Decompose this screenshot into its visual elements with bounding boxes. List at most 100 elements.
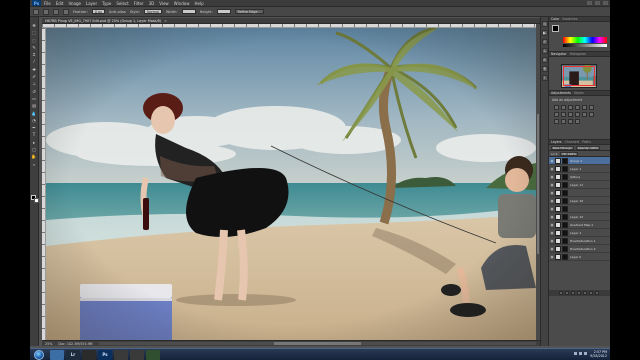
tab-navigator[interactable]: Navigator bbox=[551, 52, 567, 56]
photo-filter-icon[interactable] bbox=[568, 112, 573, 117]
subtract-selection-icon[interactable] bbox=[63, 8, 69, 15]
layer-row[interactable]: ◉ lettuce bbox=[549, 173, 610, 181]
layer-mask-thumbnail[interactable] bbox=[562, 253, 568, 260]
zoom-level[interactable]: 25% bbox=[45, 342, 52, 346]
visibility-eye-icon[interactable]: ◉ bbox=[550, 223, 554, 227]
maximize-button[interactable] bbox=[595, 1, 600, 5]
layer-mask-thumbnail[interactable] bbox=[562, 197, 568, 204]
volume-icon[interactable] bbox=[579, 352, 582, 355]
layer-mask-thumbnail[interactable] bbox=[562, 245, 568, 252]
visibility-eye-icon[interactable]: ◉ bbox=[550, 159, 554, 163]
tab-paths[interactable]: Paths bbox=[582, 140, 591, 144]
layer-row[interactable]: ◉ bbox=[549, 189, 610, 197]
layer-row[interactable]: ◉ Gradient Map 1 bbox=[549, 221, 610, 229]
clone-stamp-tool-icon[interactable]: ⊥ bbox=[31, 81, 38, 87]
app-task-button[interactable] bbox=[82, 349, 96, 360]
refine-edge-button[interactable]: Refine Edge... bbox=[234, 9, 264, 14]
zoom-tool-icon[interactable]: ⌕ bbox=[31, 162, 38, 168]
lasso-tool-icon[interactable]: ◌ bbox=[31, 38, 38, 44]
visibility-eye-icon[interactable]: ◉ bbox=[550, 215, 554, 219]
brush-tool-icon[interactable]: ✐ bbox=[31, 74, 38, 80]
link-layers-icon[interactable] bbox=[559, 291, 563, 295]
marquee-tool-preset-icon[interactable] bbox=[33, 8, 39, 15]
grayscale-ramp[interactable] bbox=[563, 44, 607, 47]
menu-help[interactable]: Help bbox=[194, 1, 203, 6]
visibility-eye-icon[interactable]: ◉ bbox=[550, 231, 554, 235]
tab-histogram[interactable]: Histogram bbox=[570, 52, 587, 56]
layer-row[interactable]: ◉ Hue/Saturation 2 bbox=[549, 245, 610, 253]
blend-mode-select[interactable]: Pass Through bbox=[551, 145, 574, 150]
width-input[interactable] bbox=[181, 9, 196, 14]
photoshop-task-button[interactable]: Ps bbox=[98, 349, 112, 360]
actions-panel-icon[interactable]: ▶ bbox=[541, 30, 548, 36]
tab-layers[interactable]: Layers bbox=[551, 140, 562, 144]
color-lookup-icon[interactable] bbox=[582, 112, 587, 117]
brightness-contrast-icon[interactable] bbox=[554, 105, 559, 110]
tab-channels[interactable]: Channels bbox=[565, 140, 580, 144]
layer-row[interactable]: ◉ Layer 11 bbox=[549, 181, 610, 189]
start-button[interactable] bbox=[34, 349, 44, 360]
visibility-eye-icon[interactable]: ◉ bbox=[550, 175, 554, 179]
horizontal-scrollbar[interactable] bbox=[98, 342, 536, 345]
menu-view[interactable]: View bbox=[159, 1, 169, 6]
new-layer-icon[interactable] bbox=[589, 291, 593, 295]
new-group-icon[interactable] bbox=[583, 291, 587, 295]
brush-panel-icon[interactable]: ✐ bbox=[541, 39, 548, 45]
hand-tool-icon[interactable]: ✋ bbox=[31, 154, 38, 160]
layer-style-icon[interactable] bbox=[565, 291, 569, 295]
eyedropper-tool-icon[interactable]: ⁄ bbox=[31, 59, 38, 65]
delete-layer-icon[interactable] bbox=[595, 291, 599, 295]
eraser-tool-icon[interactable]: ▭ bbox=[31, 96, 38, 102]
menu-edit[interactable]: Edit bbox=[56, 1, 64, 6]
layer-row[interactable]: ◉ Layer 1 bbox=[549, 165, 610, 173]
navigator-view-box[interactable] bbox=[563, 66, 595, 86]
folder-task-button[interactable] bbox=[50, 349, 64, 360]
tab-swatches[interactable]: Swatches bbox=[562, 17, 577, 21]
layer-row[interactable]: ◉ Group 1 bbox=[549, 157, 610, 165]
lightroom-task-button[interactable]: Lr bbox=[66, 349, 80, 360]
paragraph-panel-icon[interactable]: ¶ bbox=[541, 66, 548, 72]
navigator-thumbnail[interactable] bbox=[561, 64, 597, 88]
layer-mask-thumbnail[interactable] bbox=[562, 221, 568, 228]
style-select[interactable]: Normal bbox=[143, 9, 162, 14]
hue-saturation-icon[interactable] bbox=[589, 105, 594, 110]
layer-mask-thumbnail[interactable] bbox=[562, 213, 568, 220]
layer-row[interactable]: ◉ Layer 12 bbox=[549, 213, 610, 221]
vibrance-icon[interactable] bbox=[582, 105, 587, 110]
menu-select[interactable]: Select bbox=[116, 1, 128, 6]
gradient-tool-icon[interactable]: ▤ bbox=[31, 103, 38, 109]
gradient-map-icon[interactable] bbox=[575, 119, 580, 124]
posterize-icon[interactable] bbox=[554, 119, 559, 124]
app3-task-button[interactable] bbox=[130, 349, 144, 360]
new-selection-icon[interactable] bbox=[43, 8, 49, 15]
document-canvas[interactable] bbox=[46, 28, 536, 340]
channel-mixer-icon[interactable] bbox=[575, 112, 580, 117]
history-panel-icon[interactable]: ◷ bbox=[541, 21, 548, 27]
healing-brush-tool-icon[interactable]: ✚ bbox=[31, 67, 38, 73]
layer-mask-thumbnail[interactable] bbox=[562, 237, 568, 244]
dodge-tool-icon[interactable]: ◔ bbox=[31, 118, 38, 124]
menu-filter[interactable]: Filter bbox=[134, 1, 144, 6]
exposure-icon[interactable] bbox=[575, 105, 580, 110]
menu-layer[interactable]: Layer bbox=[86, 1, 97, 6]
visibility-eye-icon[interactable]: ◉ bbox=[550, 239, 554, 243]
tab-styles[interactable]: Styles bbox=[574, 91, 584, 95]
tab-adjustments[interactable]: Adjustments bbox=[551, 91, 571, 95]
flag-icon[interactable] bbox=[584, 352, 587, 355]
clone-source-icon[interactable]: ⊥ bbox=[541, 48, 548, 54]
layer-mask-thumbnail[interactable] bbox=[562, 165, 568, 172]
quick-select-tool-icon[interactable]: ✎ bbox=[31, 45, 38, 51]
character-panel-icon[interactable]: A bbox=[541, 57, 548, 63]
invert-icon[interactable] bbox=[589, 112, 594, 117]
opacity-field[interactable]: Opacity: 100% bbox=[575, 145, 601, 150]
threshold-icon[interactable] bbox=[561, 119, 566, 124]
marquee-tool-icon[interactable]: ⬚ bbox=[31, 30, 38, 36]
visibility-eye-icon[interactable]: ◉ bbox=[550, 183, 554, 187]
panel-foreground-swatch[interactable] bbox=[552, 25, 559, 32]
selective-color-icon[interactable] bbox=[568, 119, 573, 124]
menu-type[interactable]: Type bbox=[102, 1, 111, 6]
blur-tool-icon[interactable]: 💧 bbox=[31, 111, 38, 117]
layer-row[interactable]: ◉ Layer 10 bbox=[549, 197, 610, 205]
move-tool-icon[interactable]: ✥ bbox=[31, 23, 38, 29]
color-spectrum[interactable] bbox=[563, 37, 607, 43]
